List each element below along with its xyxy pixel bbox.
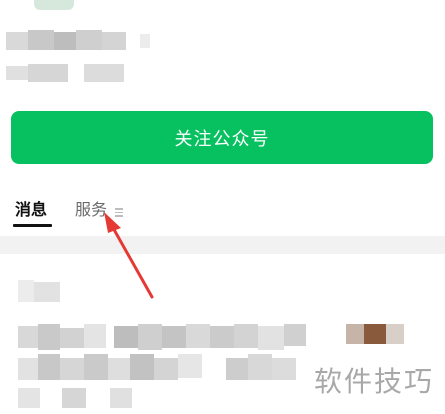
account-avatar <box>34 0 74 10</box>
account-name-redacted <box>6 30 156 52</box>
tab-messages[interactable]: 消息 <box>15 196 47 220</box>
follow-account-button[interactable]: 关注公众号 <box>11 111 433 164</box>
tab-bar: 消息 服务 <box>0 190 445 230</box>
message-thumbnail <box>346 324 364 344</box>
watermark-text: 软件技巧 <box>314 365 435 398</box>
tab-services-label: 服务 <box>75 200 108 219</box>
menu-lines-icon <box>115 208 123 217</box>
tab-services[interactable]: 服务 <box>75 196 123 220</box>
account-meta-redacted <box>6 64 136 82</box>
active-tab-indicator <box>13 224 52 227</box>
section-divider <box>0 236 445 254</box>
follow-button-label: 关注公众号 <box>174 128 270 150</box>
